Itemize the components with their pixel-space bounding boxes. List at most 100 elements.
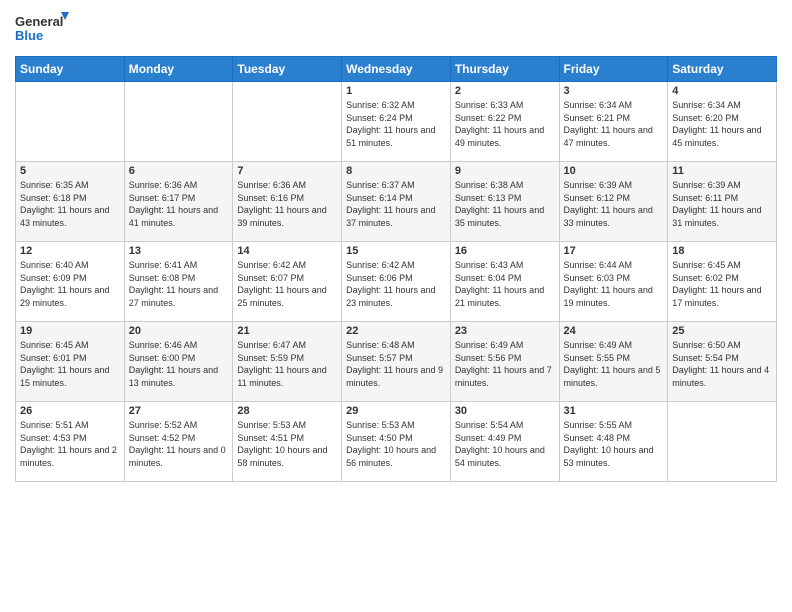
day-number: 27 <box>129 405 229 417</box>
day-number: 1 <box>346 85 446 97</box>
calendar-cell: 21 Sunrise: 6:47 AMSunset: 5:59 PMDayligh… <box>233 322 342 402</box>
day-number: 19 <box>20 325 120 337</box>
logo-svg: General Blue <box>15 10 70 48</box>
day-number: 21 <box>237 325 337 337</box>
day-of-week-header: Sunday <box>16 57 125 82</box>
day-of-week-header: Monday <box>124 57 233 82</box>
day-info: Sunrise: 6:33 AMSunset: 6:22 PMDaylight:… <box>455 99 555 149</box>
calendar-cell: 8 Sunrise: 6:37 AMSunset: 6:14 PMDaylight… <box>342 162 451 242</box>
calendar-cell: 26 Sunrise: 5:51 AMSunset: 4:53 PMDayligh… <box>16 402 125 482</box>
calendar-cell: 12 Sunrise: 6:40 AMSunset: 6:09 PMDayligh… <box>16 242 125 322</box>
day-info: Sunrise: 6:50 AMSunset: 5:54 PMDaylight:… <box>672 339 772 389</box>
day-info: Sunrise: 5:54 AMSunset: 4:49 PMDaylight:… <box>455 419 555 469</box>
calendar: SundayMondayTuesdayWednesdayThursdayFrid… <box>15 56 777 482</box>
day-number: 5 <box>20 165 120 177</box>
calendar-week-row: 26 Sunrise: 5:51 AMSunset: 4:53 PMDayligh… <box>16 402 777 482</box>
day-number: 24 <box>564 325 664 337</box>
day-number: 26 <box>20 405 120 417</box>
day-info: Sunrise: 6:39 AMSunset: 6:11 PMDaylight:… <box>672 179 772 229</box>
day-info: Sunrise: 5:55 AMSunset: 4:48 PMDaylight:… <box>564 419 664 469</box>
day-info: Sunrise: 5:53 AMSunset: 4:50 PMDaylight:… <box>346 419 446 469</box>
day-number: 31 <box>564 405 664 417</box>
day-number: 9 <box>455 165 555 177</box>
day-number: 8 <box>346 165 446 177</box>
day-number: 22 <box>346 325 446 337</box>
day-number: 18 <box>672 245 772 257</box>
day-number: 11 <box>672 165 772 177</box>
calendar-week-row: 12 Sunrise: 6:40 AMSunset: 6:09 PMDayligh… <box>16 242 777 322</box>
calendar-cell <box>124 82 233 162</box>
day-number: 20 <box>129 325 229 337</box>
calendar-cell: 23 Sunrise: 6:49 AMSunset: 5:56 PMDayligh… <box>450 322 559 402</box>
calendar-cell <box>668 402 777 482</box>
day-info: Sunrise: 6:39 AMSunset: 6:12 PMDaylight:… <box>564 179 664 229</box>
calendar-cell <box>233 82 342 162</box>
svg-text:General: General <box>15 14 63 29</box>
calendar-cell <box>16 82 125 162</box>
day-info: Sunrise: 6:37 AMSunset: 6:14 PMDaylight:… <box>346 179 446 229</box>
day-of-week-header: Saturday <box>668 57 777 82</box>
calendar-cell: 18 Sunrise: 6:45 AMSunset: 6:02 PMDayligh… <box>668 242 777 322</box>
day-info: Sunrise: 6:36 AMSunset: 6:16 PMDaylight:… <box>237 179 337 229</box>
calendar-cell: 22 Sunrise: 6:48 AMSunset: 5:57 PMDayligh… <box>342 322 451 402</box>
day-info: Sunrise: 6:34 AMSunset: 6:21 PMDaylight:… <box>564 99 664 149</box>
calendar-week-row: 1 Sunrise: 6:32 AMSunset: 6:24 PMDaylight… <box>16 82 777 162</box>
day-info: Sunrise: 6:47 AMSunset: 5:59 PMDaylight:… <box>237 339 337 389</box>
day-info: Sunrise: 6:40 AMSunset: 6:09 PMDaylight:… <box>20 259 120 309</box>
calendar-cell: 11 Sunrise: 6:39 AMSunset: 6:11 PMDayligh… <box>668 162 777 242</box>
day-of-week-header: Wednesday <box>342 57 451 82</box>
day-info: Sunrise: 6:34 AMSunset: 6:20 PMDaylight:… <box>672 99 772 149</box>
day-number: 10 <box>564 165 664 177</box>
day-info: Sunrise: 5:53 AMSunset: 4:51 PMDaylight:… <box>237 419 337 469</box>
calendar-cell: 7Sunrise: 6:36 AMSunset: 6:16 PMDaylight… <box>233 162 342 242</box>
day-number: 28 <box>237 405 337 417</box>
calendar-cell: 6Sunrise: 6:36 AMSunset: 6:17 PMDaylight… <box>124 162 233 242</box>
calendar-cell: 30Sunrise: 5:54 AMSunset: 4:49 PMDayligh… <box>450 402 559 482</box>
day-info: Sunrise: 6:48 AMSunset: 5:57 PMDaylight:… <box>346 339 446 389</box>
calendar-cell: 24 Sunrise: 6:49 AMSunset: 5:55 PMDayligh… <box>559 322 668 402</box>
day-info: Sunrise: 6:43 AMSunset: 6:04 PMDaylight:… <box>455 259 555 309</box>
day-number: 13 <box>129 245 229 257</box>
day-info: Sunrise: 6:49 AMSunset: 5:55 PMDaylight:… <box>564 339 664 389</box>
day-number: 17 <box>564 245 664 257</box>
day-number: 3 <box>564 85 664 97</box>
calendar-cell: 31 Sunrise: 5:55 AMSunset: 4:48 PMDayligh… <box>559 402 668 482</box>
day-info: Sunrise: 6:42 AMSunset: 6:06 PMDaylight:… <box>346 259 446 309</box>
calendar-cell: 2Sunrise: 6:33 AMSunset: 6:22 PMDaylight… <box>450 82 559 162</box>
header: General Blue <box>15 10 777 48</box>
day-info: Sunrise: 6:36 AMSunset: 6:17 PMDaylight:… <box>129 179 229 229</box>
calendar-cell: 17 Sunrise: 6:44 AMSunset: 6:03 PMDayligh… <box>559 242 668 322</box>
calendar-cell: 14Sunrise: 6:42 AMSunset: 6:07 PMDayligh… <box>233 242 342 322</box>
calendar-cell: 9Sunrise: 6:38 AMSunset: 6:13 PMDaylight… <box>450 162 559 242</box>
day-of-week-header: Friday <box>559 57 668 82</box>
calendar-cell: 29Sunrise: 5:53 AMSunset: 4:50 PMDayligh… <box>342 402 451 482</box>
day-number: 23 <box>455 325 555 337</box>
day-info: Sunrise: 5:51 AMSunset: 4:53 PMDaylight:… <box>20 419 120 469</box>
day-number: 12 <box>20 245 120 257</box>
calendar-header-row: SundayMondayTuesdayWednesdayThursdayFrid… <box>16 57 777 82</box>
calendar-cell: 28 Sunrise: 5:53 AMSunset: 4:51 PMDayligh… <box>233 402 342 482</box>
calendar-cell: 16 Sunrise: 6:43 AMSunset: 6:04 PMDayligh… <box>450 242 559 322</box>
calendar-cell: 5 Sunrise: 6:35 AMSunset: 6:18 PMDaylight… <box>16 162 125 242</box>
day-info: Sunrise: 6:45 AMSunset: 6:02 PMDaylight:… <box>672 259 772 309</box>
day-number: 4 <box>672 85 772 97</box>
day-number: 14 <box>237 245 337 257</box>
day-info: Sunrise: 6:46 AMSunset: 6:00 PMDaylight:… <box>129 339 229 389</box>
calendar-cell: 27 Sunrise: 5:52 AMSunset: 4:52 PMDayligh… <box>124 402 233 482</box>
day-of-week-header: Thursday <box>450 57 559 82</box>
calendar-cell: 20 Sunrise: 6:46 AMSunset: 6:00 PMDayligh… <box>124 322 233 402</box>
day-info: Sunrise: 6:35 AMSunset: 6:18 PMDaylight:… <box>20 179 120 229</box>
day-number: 16 <box>455 245 555 257</box>
day-info: Sunrise: 6:45 AMSunset: 6:01 PMDaylight:… <box>20 339 120 389</box>
day-of-week-header: Tuesday <box>233 57 342 82</box>
calendar-cell: 1 Sunrise: 6:32 AMSunset: 6:24 PMDaylight… <box>342 82 451 162</box>
day-info: Sunrise: 6:44 AMSunset: 6:03 PMDaylight:… <box>564 259 664 309</box>
day-number: 25 <box>672 325 772 337</box>
day-info: Sunrise: 6:32 AMSunset: 6:24 PMDaylight:… <box>346 99 446 149</box>
calendar-cell: 25 Sunrise: 6:50 AMSunset: 5:54 PMDayligh… <box>668 322 777 402</box>
day-info: Sunrise: 6:49 AMSunset: 5:56 PMDaylight:… <box>455 339 555 389</box>
day-info: Sunrise: 5:52 AMSunset: 4:52 PMDaylight:… <box>129 419 229 469</box>
calendar-week-row: 19 Sunrise: 6:45 AMSunset: 6:01 PMDayligh… <box>16 322 777 402</box>
calendar-cell: 15Sunrise: 6:42 AMSunset: 6:06 PMDayligh… <box>342 242 451 322</box>
logo: General Blue <box>15 10 70 48</box>
